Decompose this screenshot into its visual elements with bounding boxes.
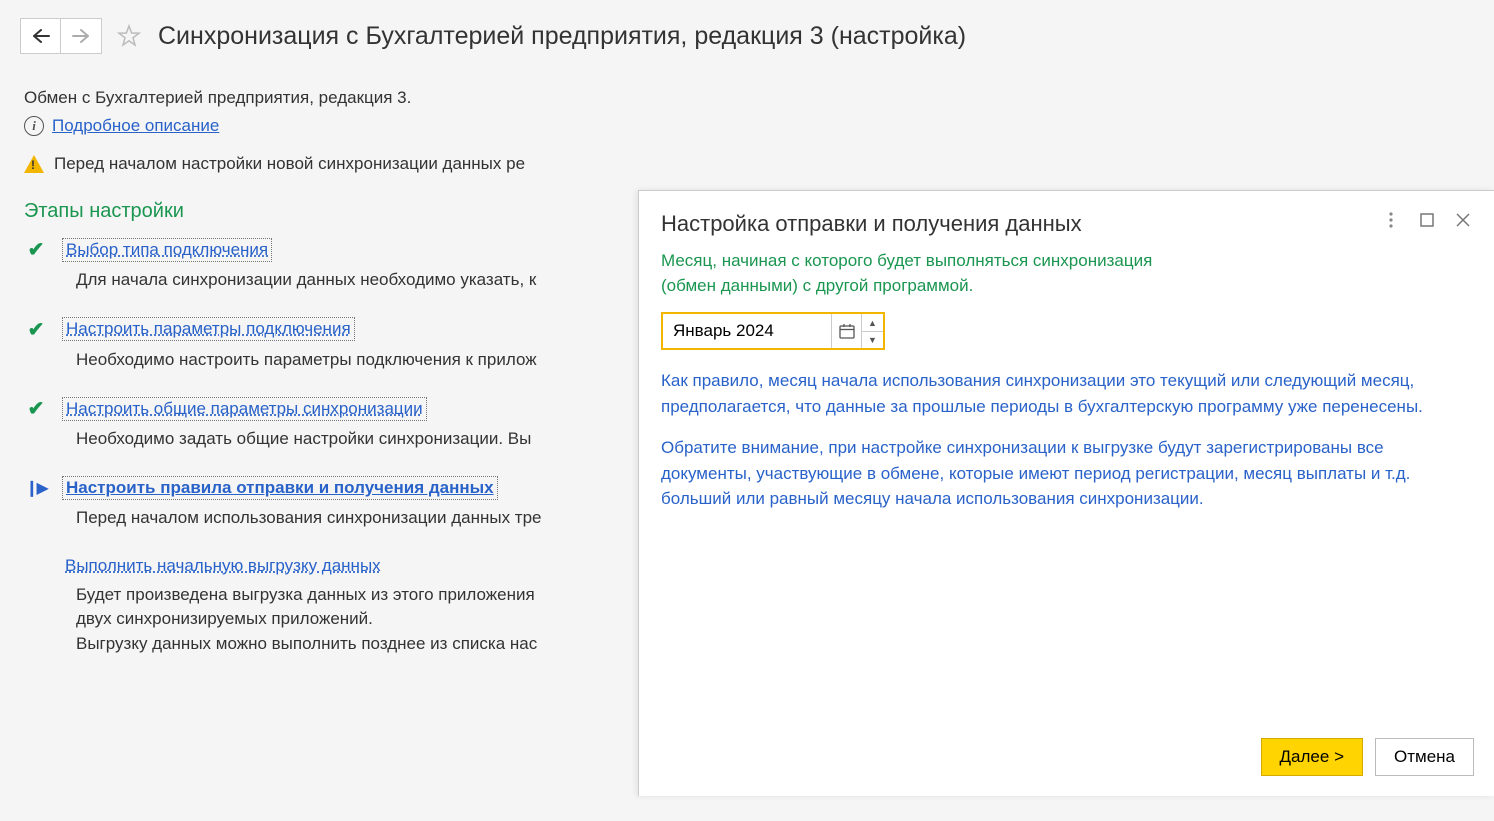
dialog-title: Настройка отправки и получения данных xyxy=(661,211,1082,237)
step-link-initial-upload[interactable]: Выполнить начальную выгрузку данных xyxy=(62,555,384,577)
start-month-input[interactable] xyxy=(663,314,831,348)
dialog-menu-icon[interactable] xyxy=(1382,211,1400,229)
back-button[interactable] xyxy=(21,19,61,53)
dialog-paragraph: Обратите внимание, при настройке синхрон… xyxy=(661,435,1472,512)
step-link-connection-type[interactable]: Выбор типа подключения xyxy=(62,238,272,262)
current-step-icon: ❙▶ xyxy=(25,478,47,498)
dialog-hint: Месяц, начиная с которого будет выполнят… xyxy=(661,249,1472,298)
cancel-button[interactable]: Отмена xyxy=(1375,738,1474,776)
spin-up-icon[interactable]: ▲ xyxy=(862,314,883,332)
favorite-star-icon[interactable] xyxy=(116,23,142,49)
step-link-connection-params[interactable]: Настроить параметры подключения xyxy=(62,317,355,341)
start-month-field: ▲ ▼ xyxy=(661,312,885,350)
dialog-hint-line: (обмен данными) с другой программой. xyxy=(661,276,973,295)
check-icon: ✔ xyxy=(28,237,45,262)
check-icon: ✔ xyxy=(28,396,45,421)
page-title: Синхронизация с Бухгалтерией предприятия… xyxy=(158,22,966,51)
page-subtitle: Обмен с Бухгалтерией предприятия, редакц… xyxy=(24,88,1470,108)
spin-down-icon[interactable]: ▼ xyxy=(862,332,883,349)
dialog-hint-line: Месяц, начиная с которого будет выполнят… xyxy=(661,251,1152,270)
dialog-close-icon[interactable] xyxy=(1454,211,1472,229)
settings-dialog: Настройка отправки и получения данных Ме… xyxy=(638,190,1494,796)
next-button[interactable]: Далее > xyxy=(1261,738,1363,776)
step-link-send-receive-rules[interactable]: Настроить правила отправки и получения д… xyxy=(62,476,498,500)
check-icon: ✔ xyxy=(28,317,45,342)
forward-button[interactable] xyxy=(61,19,101,53)
info-icon: i xyxy=(24,116,44,136)
warning-text: Перед началом настройки новой синхрониза… xyxy=(54,154,525,174)
step-link-general-params[interactable]: Настроить общие параметры синхронизации xyxy=(62,397,427,421)
details-link[interactable]: Подробное описание xyxy=(52,116,219,136)
warning-icon xyxy=(24,155,44,173)
dialog-maximize-icon[interactable] xyxy=(1418,211,1436,229)
dialog-paragraph: Как правило, месяц начала использования … xyxy=(661,368,1472,419)
nav-buttons xyxy=(20,18,102,54)
calendar-icon[interactable] xyxy=(831,314,861,348)
